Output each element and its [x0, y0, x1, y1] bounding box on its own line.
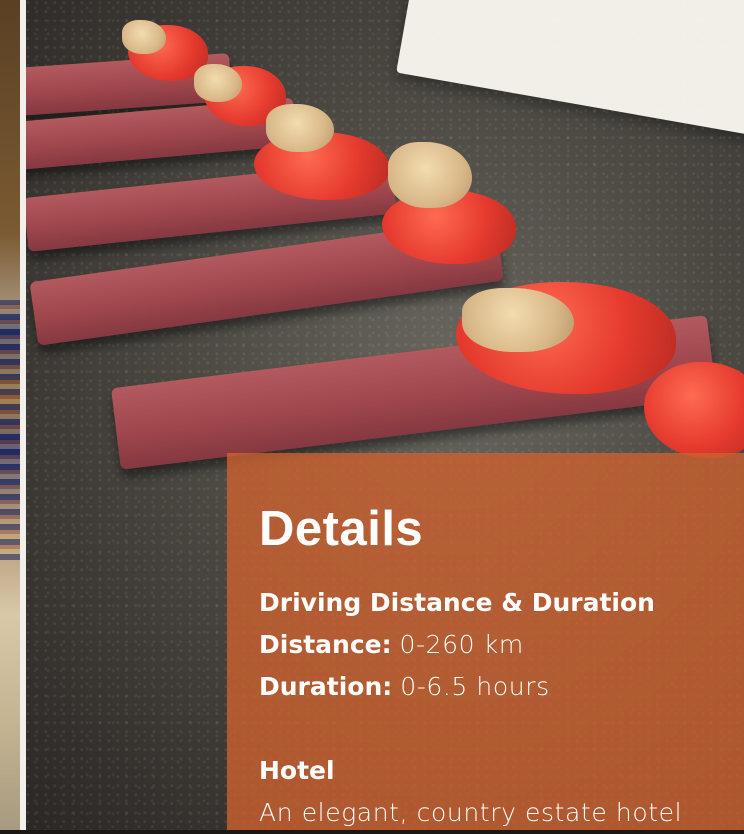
crumb-topping [122, 20, 166, 54]
details-title: Details [259, 502, 424, 556]
distance-value: 0-260 km [399, 630, 524, 659]
duration-row: Duration: 0-6.5 hours [259, 666, 744, 708]
crumb-topping [266, 104, 334, 152]
hotel-description: An elegant, country estate hotel [259, 798, 683, 827]
driving-heading: Driving Distance & Duration [259, 588, 655, 617]
adjacent-photo-edge [0, 0, 20, 830]
distance-label: Distance: [259, 630, 392, 659]
details-panel: Details Driving Distance & Duration Dist… [227, 453, 744, 830]
crumb-topping [194, 64, 242, 102]
duration-label: Duration: [259, 672, 393, 701]
hotel-heading: Hotel [259, 756, 335, 785]
distance-row: Distance: 0-260 km [259, 624, 744, 666]
duration-value: 0-6.5 hours [400, 672, 550, 701]
